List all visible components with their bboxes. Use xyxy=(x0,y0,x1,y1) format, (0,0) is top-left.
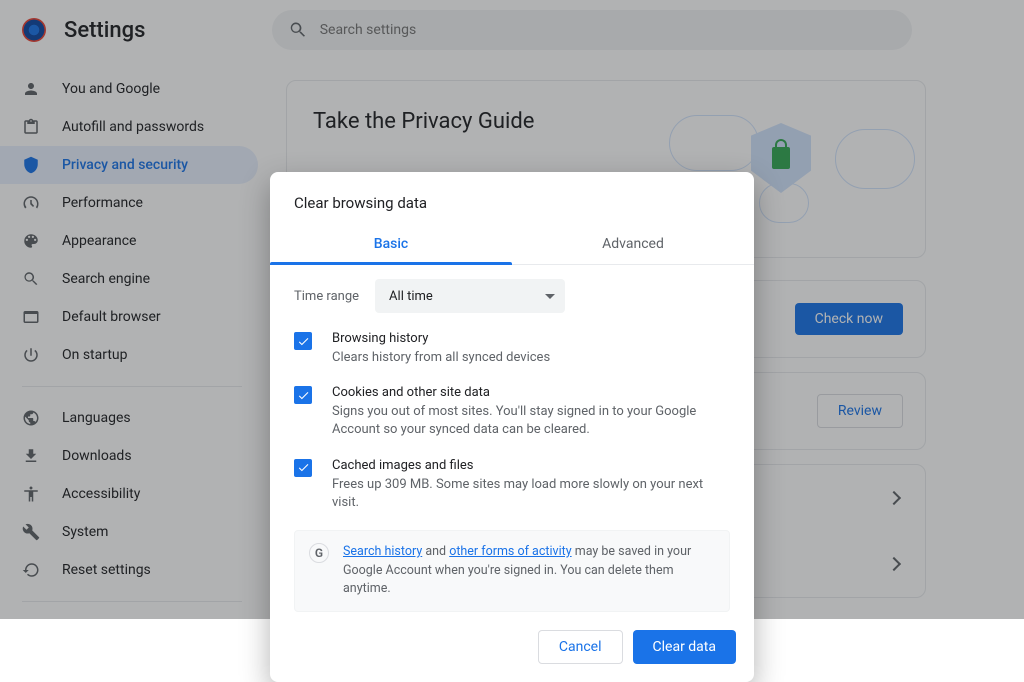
option-title: Cookies and other site data xyxy=(332,385,730,400)
option-desc: Clears history from all synced devices xyxy=(332,349,550,367)
tab-basic[interactable]: Basic xyxy=(270,226,512,264)
option-desc: Frees up 309 MB. Some sites may load mor… xyxy=(332,476,730,512)
check-icon xyxy=(297,335,310,348)
option-desc: Signs you out of most sites. You'll stay… xyxy=(332,403,730,439)
option-title: Cached images and files xyxy=(332,458,730,473)
cancel-button[interactable]: Cancel xyxy=(538,630,623,664)
checkbox-cached[interactable] xyxy=(294,459,312,477)
dialog-title: Clear browsing data xyxy=(270,172,754,226)
tab-advanced[interactable]: Advanced xyxy=(512,226,754,264)
other-activity-link[interactable]: other forms of activity xyxy=(449,544,571,559)
search-history-link[interactable]: Search history xyxy=(343,544,422,559)
check-icon xyxy=(297,389,310,402)
clear-browsing-data-dialog: Clear browsing data Basic Advanced Time … xyxy=(270,172,754,682)
checkbox-cookies[interactable] xyxy=(294,386,312,404)
option-title: Browsing history xyxy=(332,331,550,346)
time-range-label: Time range xyxy=(294,289,359,304)
check-icon xyxy=(297,461,310,474)
time-range-select[interactable]: All time xyxy=(375,279,565,313)
checkbox-browsing-history[interactable] xyxy=(294,332,312,350)
clear-data-button[interactable]: Clear data xyxy=(633,630,736,664)
google-account-info: G Search history and other forms of acti… xyxy=(294,530,730,612)
google-icon: G xyxy=(309,543,329,563)
time-range-value: All time xyxy=(389,289,433,304)
chevron-down-icon xyxy=(545,294,555,299)
